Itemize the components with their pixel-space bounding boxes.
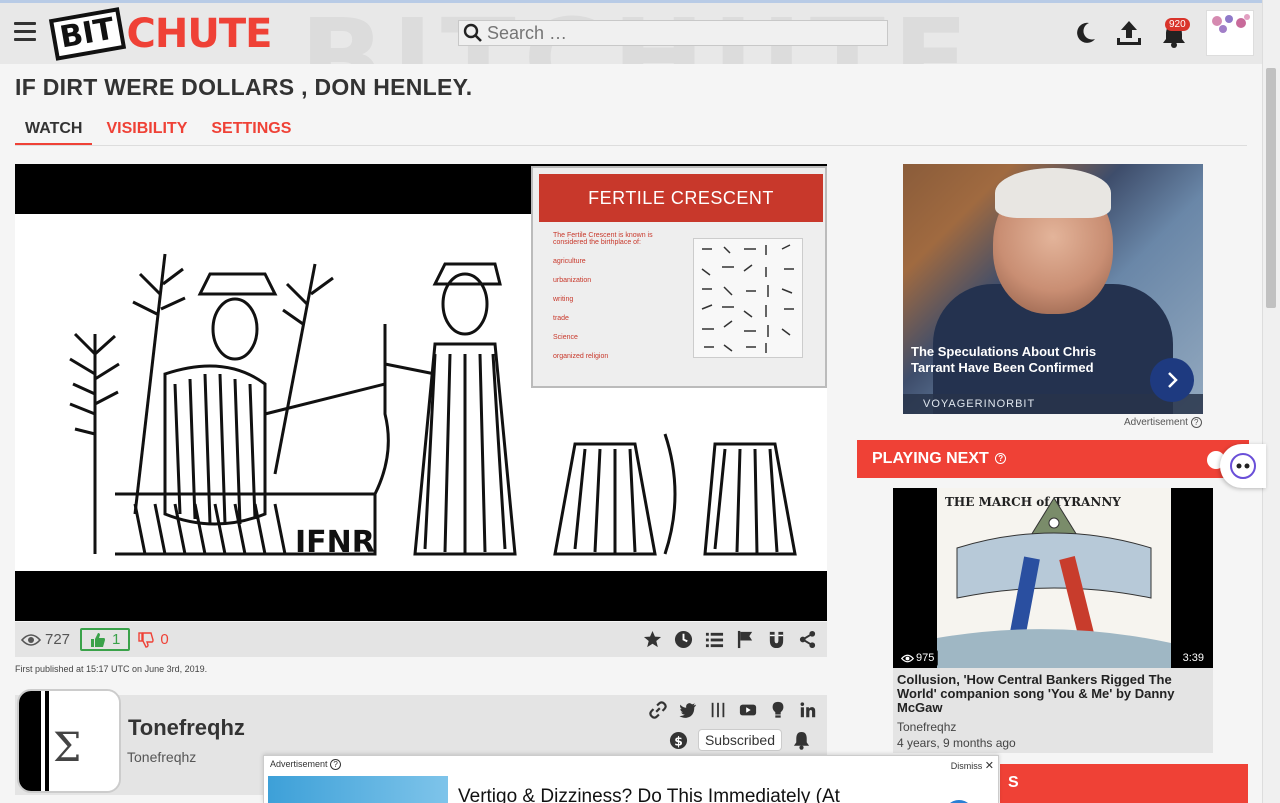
tab-settings[interactable]: SETTINGS — [201, 118, 301, 145]
video-player[interactable]: IFNR FERTILE CRESCENT The Fertile Cresce… — [15, 164, 827, 621]
subscription-row: $ Subscribed — [669, 729, 811, 751]
slide-bullet: writing — [553, 296, 574, 303]
youtube-icon[interactable] — [739, 701, 757, 719]
logo-bit-text: BIT — [48, 7, 126, 61]
advertisement-label-text: Advertisement — [1124, 417, 1188, 429]
video-tabs: WATCH VISIBILITY SETTINGS — [15, 118, 1247, 146]
svg-text:$: $ — [674, 734, 683, 748]
flag-icon[interactable] — [736, 630, 755, 649]
ad-image-hair — [995, 168, 1111, 218]
slide-bullet: organized religion — [553, 353, 609, 360]
video-actions — [643, 630, 817, 649]
next-video-card[interactable]: THE MARCH of TYRANNY 975 3:39 Collusion,… — [893, 488, 1213, 753]
chevron-right-icon[interactable] — [1150, 358, 1194, 402]
logo-chute-text: CHUTE — [126, 11, 273, 57]
chat-assistant-icon[interactable] — [1220, 444, 1266, 488]
channel-owner[interactable]: Tonefreqhz — [127, 749, 196, 765]
sidebar-section-header: S — [1000, 764, 1248, 803]
channel-avatar[interactable]: Σ — [17, 689, 121, 793]
upload-icon[interactable] — [1114, 18, 1144, 48]
next-video-duration: 3:39 — [1177, 650, 1209, 666]
twitter-icon[interactable] — [679, 701, 697, 719]
video-stats-bar: 727 1 0 — [15, 622, 827, 657]
star-icon[interactable] — [643, 630, 662, 649]
next-video-thumbnail[interactable]: THE MARCH of TYRANNY 975 3:39 — [893, 488, 1213, 668]
tab-watch[interactable]: WATCH — [15, 118, 93, 145]
moon-icon[interactable] — [1072, 20, 1098, 46]
svg-text:IFNR: IFNR — [295, 525, 375, 560]
video-title: IF DIRT WERE DOLLARS , DON HENLEY. — [15, 74, 473, 100]
ad-caption: The Speculations About Chris Tarrant Hav… — [911, 344, 1097, 375]
channel-name[interactable]: Tonefreqhz — [128, 715, 245, 741]
search-box[interactable] — [458, 20, 888, 46]
thumbs-up-icon — [91, 632, 106, 647]
next-video-age: 4 years, 9 months ago — [897, 736, 1016, 750]
linkedin-icon[interactable] — [799, 701, 817, 719]
help-icon[interactable]: ? — [995, 453, 1007, 465]
eye-icon — [901, 654, 914, 662]
advertisement-label: Advertisement ? — [1124, 417, 1202, 428]
slide-bullet: The Fertile Crescent is known is conside… — [553, 232, 653, 246]
dollar-icon[interactable]: $ — [669, 731, 688, 750]
slide-bullet: agriculture — [553, 258, 586, 265]
next-video-views: 975 — [897, 650, 939, 666]
dislike-count: 0 — [160, 631, 169, 648]
cartoon-image: THE MARCH of TYRANNY — [937, 488, 1171, 668]
magnet-icon[interactable] — [767, 630, 786, 649]
slide-bullet: trade — [553, 315, 569, 322]
subscribed-button[interactable]: Subscribed — [697, 729, 782, 751]
eye-icon — [21, 633, 41, 646]
dismiss-label: Dismiss — [950, 761, 983, 771]
clock-icon[interactable] — [674, 630, 693, 649]
view-count-value: 727 — [45, 631, 71, 648]
close-icon[interactable]: ✕ — [985, 760, 994, 772]
dislike-button[interactable]: 0 — [138, 631, 169, 648]
bottom-ad-headline[interactable]: Vertigo & Dizziness? Do This Immediately… — [458, 786, 840, 803]
slide-bullets: The Fertile Crescent is known is conside… — [553, 232, 673, 372]
bottom-advertisement[interactable]: Advertisement ? Dismiss ✕ Vertigo & Dizz… — [263, 755, 999, 803]
cartoon-title: THE MARCH of TYRANNY — [945, 495, 1121, 509]
svg-text:Σ: Σ — [53, 725, 81, 771]
bottom-ad-label: Advertisement ? — [270, 759, 342, 771]
user-avatar[interactable] — [1206, 10, 1254, 56]
like-button[interactable]: 1 — [80, 628, 131, 651]
bars-icon[interactable] — [709, 701, 727, 719]
bulb-icon[interactable] — [769, 701, 787, 719]
tab-visibility[interactable]: VISIBILITY — [96, 118, 197, 145]
search-icon — [463, 23, 482, 42]
list-icon[interactable] — [705, 630, 724, 649]
next-video-channel[interactable]: Tonefreqhz — [897, 720, 956, 734]
playing-next-header: PLAYING NEXT ? — [857, 440, 1249, 478]
sidebar-advertisement[interactable]: The Speculations About Chris Tarrant Hav… — [903, 164, 1203, 414]
share-icon[interactable] — [798, 630, 817, 649]
cuneiform-tablet-image — [693, 238, 803, 358]
channel-bell-icon[interactable] — [792, 731, 811, 750]
playing-next-title: PLAYING NEXT — [872, 450, 989, 467]
next-video-title[interactable]: Collusion, 'How Central Bankers Rigged T… — [897, 673, 1209, 715]
next-video-views-value: 975 — [916, 652, 935, 664]
slide-title: FERTILE CRESCENT — [539, 174, 823, 222]
notification-count-badge: 920 — [1165, 18, 1190, 31]
link-icon[interactable] — [649, 701, 667, 719]
slide-bullet: urbanization — [553, 277, 592, 284]
menu-icon[interactable] — [14, 22, 36, 46]
channel-social-links — [649, 701, 817, 719]
thumbs-down-icon — [138, 631, 155, 648]
published-date: First published at 15:17 UTC on June 3rd… — [15, 664, 208, 674]
avatar-image — [1207, 11, 1253, 55]
scrollbar-thumb[interactable] — [1266, 68, 1276, 308]
presentation-slide-overlay: FERTILE CRESCENT The Fertile Crescent is… — [531, 166, 827, 388]
help-icon[interactable]: ? — [330, 759, 342, 771]
slide-bullet: Science — [553, 334, 578, 341]
bottom-ad-image — [268, 776, 448, 803]
bitchute-logo[interactable]: BIT CHUTE — [48, 7, 273, 61]
view-count: 727 — [21, 631, 70, 648]
search-input[interactable] — [487, 22, 877, 44]
bottom-ad-label-text: Advertisement — [270, 759, 328, 769]
channel-avatar-image: Σ — [19, 691, 119, 791]
sidebar-section-title-fragment: S — [1008, 774, 1019, 791]
dismiss-ad-button[interactable]: Dismiss ✕ — [951, 759, 994, 772]
help-icon[interactable]: ? — [1190, 417, 1202, 428]
like-count: 1 — [112, 631, 121, 648]
